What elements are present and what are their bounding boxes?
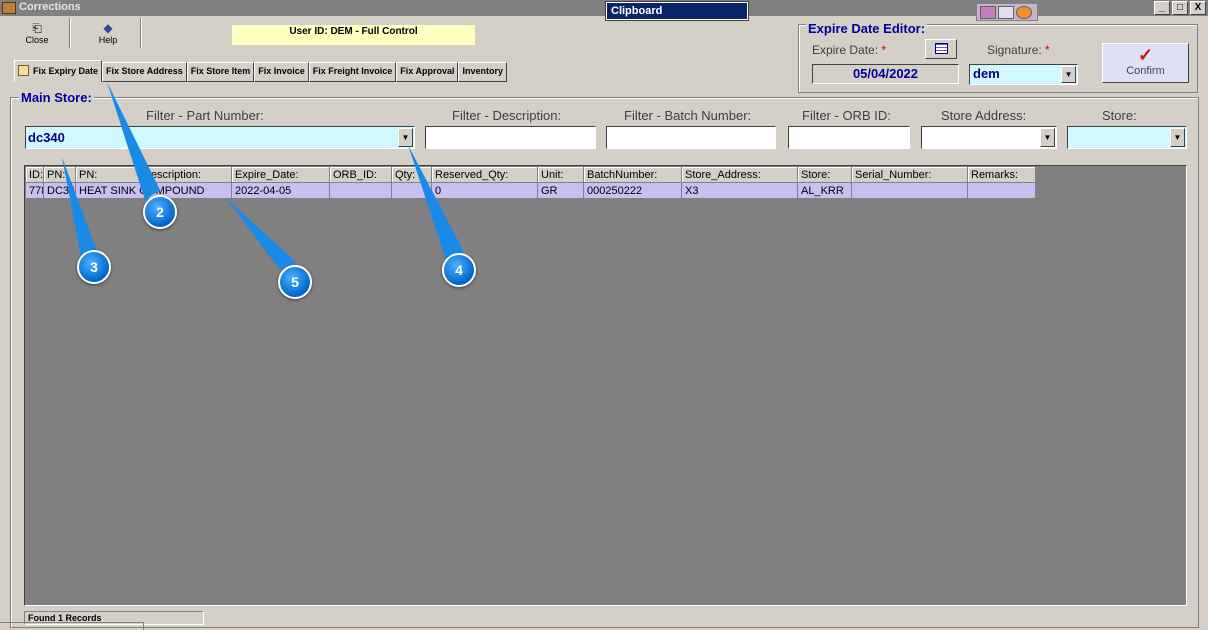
filter-description-label: Filter - Description: (452, 108, 562, 123)
cell-qty[interactable] (392, 183, 432, 199)
column-header[interactable]: Unit: (538, 167, 584, 183)
toolbar-separator (140, 18, 142, 48)
window-controls: _ □ X (1154, 1, 1206, 15)
callout-badge-4: 4 (442, 253, 476, 287)
filter-batch-number-input[interactable] (606, 126, 776, 149)
signature-label: Signature: * (987, 43, 1050, 57)
chevron-down-icon[interactable]: ▼ (398, 128, 413, 147)
bottom-divider (0, 622, 144, 630)
column-header[interactable]: Store_Address: (682, 167, 798, 183)
store-address-select[interactable]: ▼ (921, 126, 1057, 149)
store-label: Store: (1102, 108, 1137, 123)
cell-remarks[interactable] (968, 183, 1036, 199)
help-button[interactable]: ◆ Help (89, 20, 127, 48)
help-label: Help (98, 35, 118, 45)
tab-fix-approval[interactable]: Fix Approval (396, 62, 459, 82)
filter-description-input[interactable] (425, 126, 596, 149)
chevron-down-icon[interactable]: ▼ (1040, 128, 1055, 147)
part-number-value: dc340 (28, 130, 65, 145)
cell-id[interactable]: 7784 (26, 183, 44, 199)
tray-users-icon[interactable] (998, 6, 1014, 19)
tab-inventory[interactable]: Inventory (458, 62, 507, 82)
close-button[interactable]: ⎗ Close (18, 20, 56, 48)
toolbar-separator (69, 18, 71, 48)
filter-batch-number-label: Filter - Batch Number: (624, 108, 752, 123)
main-store-title: Main Store: (19, 90, 94, 105)
checkmark-icon: ✓ (1137, 45, 1154, 65)
column-header[interactable]: ID: (26, 167, 44, 183)
filter-part-number-label: Filter - Part Number: (146, 108, 264, 123)
user-info: User ID: DEM - Full Control (232, 25, 475, 45)
help-icon: ◆ (103, 21, 113, 35)
exit-icon: ⎗ (32, 21, 42, 35)
column-header[interactable]: ORB_ID: (330, 167, 392, 183)
tab-fix-store-item[interactable]: Fix Store Item (186, 62, 255, 82)
chevron-down-icon[interactable]: ▼ (1061, 66, 1076, 83)
cell-pn[interactable]: DC340 (44, 183, 76, 199)
column-header[interactable]: PN: (44, 167, 76, 183)
minimize-button[interactable]: _ (1154, 1, 1170, 15)
editor-title: Expire Date Editor: (806, 21, 928, 36)
expire-date-editor: Expire Date Editor: Expire Date: * 05/04… (798, 21, 1198, 93)
tab-fix-expiry-date[interactable]: Fix Expiry Date (14, 60, 103, 82)
tab-fix-store-address[interactable]: Fix Store Address (102, 62, 187, 82)
chevron-down-icon[interactable]: ▼ (1170, 128, 1185, 147)
callout-badge-3: 3 (77, 250, 111, 284)
column-header[interactable]: BatchNumber: (584, 167, 682, 183)
filter-part-number-input[interactable]: dc340 ▼ (25, 126, 415, 149)
cell-store[interactable]: AL_KRR (798, 183, 852, 199)
window-title: Corrections (19, 1, 81, 13)
tab-bar: Fix Expiry Date Fix Store Address Fix St… (14, 60, 507, 82)
app-icon (2, 2, 16, 14)
store-select[interactable]: ▼ (1067, 126, 1187, 149)
tab-fix-invoice[interactable]: Fix Invoice (254, 62, 309, 82)
column-header[interactable]: Description: (140, 167, 232, 183)
calendar-button[interactable] (925, 39, 957, 59)
cell-store-address[interactable]: X3 (682, 183, 798, 199)
close-window-button[interactable]: X (1190, 1, 1206, 15)
cell-unit[interactable]: GR (538, 183, 584, 199)
column-header[interactable]: Remarks: (968, 167, 1036, 183)
tray-icons (976, 3, 1038, 21)
confirm-label: Confirm (1126, 65, 1165, 77)
callout-badge-5: 5 (278, 265, 312, 299)
cell-serial-number[interactable] (852, 183, 968, 199)
confirm-button[interactable]: ✓ Confirm (1102, 43, 1189, 83)
grid-header: ID: PN: PN: Description: Expire_Date: OR… (26, 167, 1036, 183)
cell-batch-number[interactable]: 000250222 (584, 183, 682, 199)
tab-fix-freight-invoice[interactable]: Fix Freight Invoice (308, 62, 397, 82)
table-row[interactable]: 7784 DC340 HEAT SINK COMPOUND 2022-04-05… (26, 183, 1036, 199)
filter-orb-id-input[interactable] (788, 126, 910, 149)
column-header[interactable]: PN: (76, 167, 140, 183)
column-header[interactable]: Store: (798, 167, 852, 183)
tray-info-icon[interactable] (1016, 6, 1032, 19)
cell-expire-date[interactable]: 2022-04-05 (232, 183, 330, 199)
expire-date-field[interactable]: 05/04/2022 (812, 64, 959, 84)
column-header[interactable]: Qty: (392, 167, 432, 183)
column-header[interactable]: Serial_Number: (852, 167, 968, 183)
column-header[interactable]: Reserved_Qty: (432, 167, 538, 183)
close-label: Close (25, 35, 49, 45)
edit-icon (18, 65, 29, 76)
store-address-label: Store Address: (941, 108, 1027, 123)
calendar-icon (935, 43, 948, 54)
cell-reserved-qty[interactable]: 0 (432, 183, 538, 199)
maximize-button[interactable]: □ (1172, 1, 1188, 15)
filter-orb-id-label: Filter - ORB ID: (802, 108, 891, 123)
tray-db-icon[interactable] (980, 6, 996, 19)
signature-select[interactable]: dem ▼ (969, 64, 1078, 85)
signature-value: dem (973, 66, 1000, 81)
clipboard-window[interactable]: Clipboard (605, 1, 749, 21)
expire-date-label: Expire Date: * (812, 43, 887, 57)
callout-badge-2: 2 (143, 195, 177, 229)
column-header[interactable]: Expire_Date: (232, 167, 330, 183)
records-grid[interactable]: ID: PN: PN: Description: Expire_Date: OR… (24, 165, 1187, 606)
cell-orb-id[interactable] (330, 183, 392, 199)
